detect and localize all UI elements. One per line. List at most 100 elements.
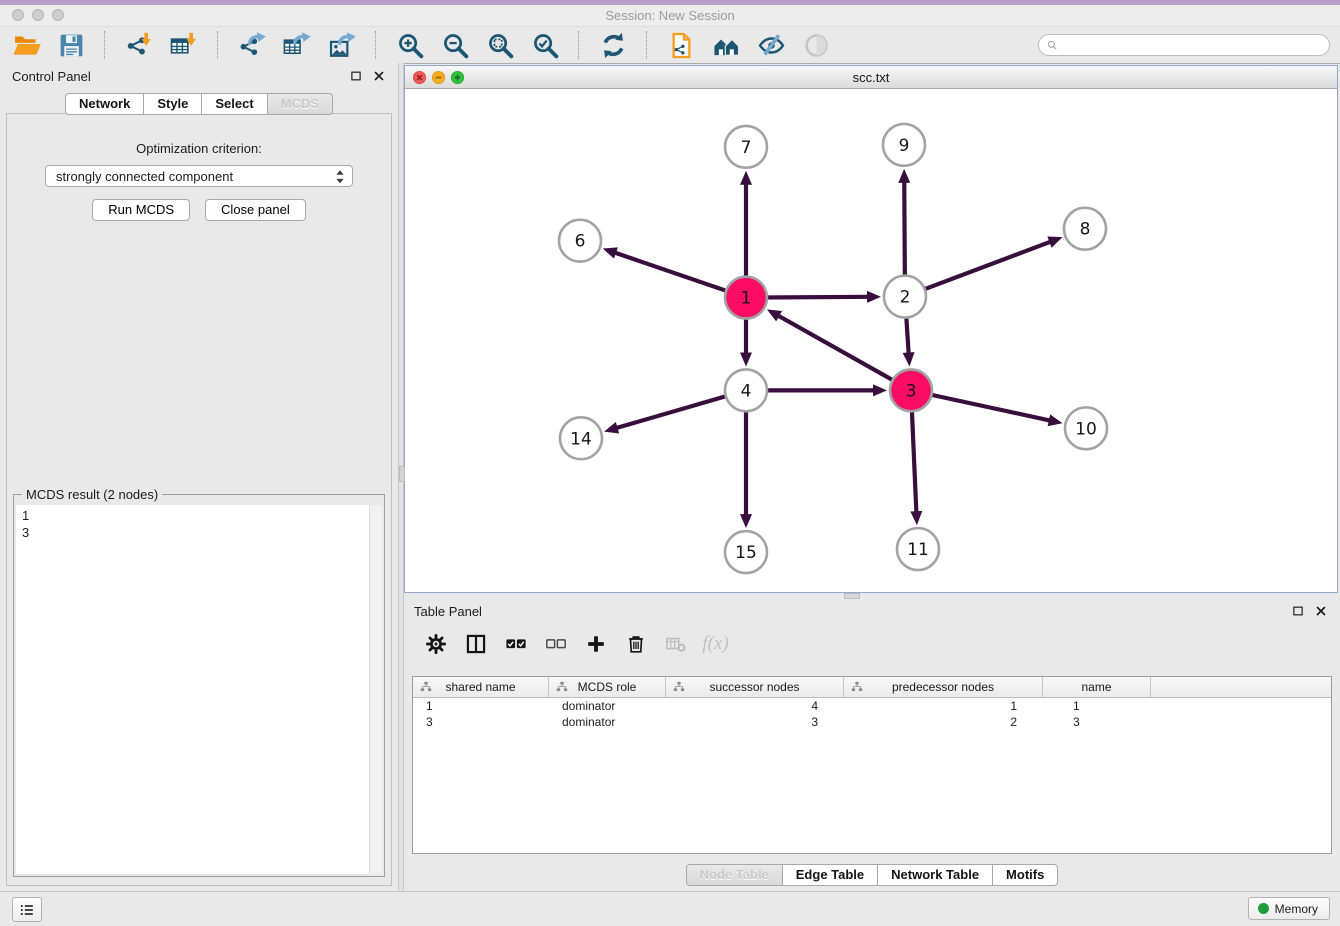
close-panel-icon[interactable] <box>1314 604 1328 618</box>
network-column-icon <box>420 681 432 693</box>
graph-edge-2-8[interactable] <box>921 237 1063 291</box>
cell-successor-nodes[interactable]: 4 <box>666 699 844 713</box>
table-row-2[interactable]: 3dominator323 <box>413 714 1331 730</box>
graph-node-7[interactable]: 7 <box>725 126 767 168</box>
close-panel-icon[interactable] <box>372 69 386 83</box>
split-panel-icon[interactable] <box>464 633 487 656</box>
graph-edge-4-15[interactable] <box>740 407 752 528</box>
save-session-icon[interactable] <box>55 30 87 60</box>
delete-column-icon[interactable] <box>624 633 647 656</box>
cell-successor-nodes[interactable]: 3 <box>666 715 844 729</box>
apply-layout-icon[interactable] <box>597 30 629 60</box>
frame-maximize-icon[interactable] <box>450 70 465 85</box>
zoom-in-icon[interactable] <box>394 30 426 60</box>
graph-edge-4-3[interactable] <box>763 384 887 396</box>
first-neighbors-icon[interactable] <box>710 30 742 60</box>
graph-edge-3-11[interactable] <box>910 407 922 525</box>
graph-edge-1-4[interactable] <box>740 315 752 367</box>
network-graph[interactable]: 7 9 6 8 1 2 4 3 14 10 15 11 <box>405 89 1337 592</box>
main-toolbar <box>0 27 1340 64</box>
mcds-result-text[interactable]: 1 3 <box>16 505 370 874</box>
optimization-criterion-value: strongly connected component <box>56 169 233 184</box>
optimization-criterion-select[interactable]: strongly connected component <box>45 165 353 187</box>
table-row-1[interactable]: 1dominator411 <box>413 698 1331 714</box>
graph-node-3[interactable]: 3 <box>890 369 932 411</box>
cell-shared-name[interactable]: 1 <box>413 699 549 713</box>
graph-node-2[interactable]: 2 <box>884 276 926 318</box>
graph-node-6[interactable]: 6 <box>559 220 601 262</box>
table-tab-network-table[interactable]: Network Table <box>878 864 993 886</box>
graph-edge-2-3[interactable] <box>903 314 915 367</box>
clone-network-icon[interactable] <box>665 30 697 60</box>
cell-predecessor-nodes[interactable]: 2 <box>844 715 1043 729</box>
cell-predecessor-nodes[interactable]: 1 <box>844 699 1043 713</box>
cell-MCDS-role[interactable]: dominator <box>549 715 666 729</box>
float-panel-icon[interactable] <box>1291 604 1305 618</box>
search-input[interactable] <box>1063 37 1322 53</box>
graph-edge-3-1[interactable] <box>767 309 896 382</box>
memory-button[interactable]: Memory <box>1248 897 1330 920</box>
export-network-icon[interactable] <box>236 30 268 60</box>
column-header-successor-nodes[interactable]: successor nodes <box>666 677 844 697</box>
tab-style[interactable]: Style <box>144 93 202 115</box>
open-file-icon[interactable] <box>10 30 42 60</box>
select-all-columns-icon[interactable] <box>504 633 527 656</box>
tab-network[interactable]: Network <box>65 93 144 115</box>
control-panel-header: Control Panel <box>0 63 398 89</box>
cell-MCDS-role[interactable]: dominator <box>549 699 666 713</box>
table-tab-edge-table[interactable]: Edge Table <box>783 864 878 886</box>
zoom-selected-icon[interactable] <box>529 30 561 60</box>
table-tab-motifs[interactable]: Motifs <box>993 864 1058 886</box>
window-minimize-button[interactable] <box>32 9 44 21</box>
cell-name[interactable]: 1 <box>1043 699 1151 713</box>
graph-edge-3-10[interactable] <box>928 394 1063 426</box>
graph-node-1[interactable]: 1 <box>725 277 767 319</box>
cell-shared-name[interactable]: 3 <box>413 715 549 729</box>
import-table-icon[interactable] <box>168 30 200 60</box>
graph-node-10[interactable]: 10 <box>1065 407 1107 449</box>
table-tab-node-table[interactable]: Node Table <box>686 864 783 886</box>
zoom-out-icon[interactable] <box>439 30 471 60</box>
graph-edge-1-2[interactable] <box>763 291 881 303</box>
graph-node-15[interactable]: 15 <box>725 531 767 573</box>
unselect-all-columns-icon[interactable] <box>544 633 567 656</box>
frame-minimize-icon[interactable] <box>431 70 446 85</box>
run-mcds-button[interactable]: Run MCDS <box>92 199 190 221</box>
column-header-name[interactable]: name <box>1043 677 1151 697</box>
main-area: Control Panel NetworkStyleSelectMCDS Opt… <box>0 63 1340 892</box>
graph-edge-1-7[interactable] <box>740 171 752 281</box>
result-scrollbar[interactable] <box>369 505 382 874</box>
column-header-MCDS-role[interactable]: MCDS role <box>549 677 666 697</box>
column-header-shared-name[interactable]: shared name <box>413 677 549 697</box>
column-header-predecessor-nodes[interactable]: predecessor nodes <box>844 677 1043 697</box>
zoom-fit-icon[interactable] <box>484 30 516 60</box>
task-history-button[interactable] <box>12 897 42 922</box>
graph-edge-2-9[interactable] <box>898 169 910 280</box>
float-panel-icon[interactable] <box>349 69 363 83</box>
import-network-icon[interactable] <box>123 30 155 60</box>
add-column-icon[interactable] <box>584 633 607 656</box>
svg-text:11: 11 <box>907 540 929 560</box>
export-image-icon[interactable] <box>326 30 358 60</box>
graph-node-8[interactable]: 8 <box>1064 208 1106 250</box>
graph-edge-1-6[interactable] <box>603 247 730 292</box>
frame-close-icon[interactable] <box>412 70 427 85</box>
graph-edge-4-14[interactable] <box>604 395 730 433</box>
window-zoom-button[interactable] <box>52 9 64 21</box>
tab-select[interactable]: Select <box>202 93 267 115</box>
network-canvas[interactable]: 7 9 6 8 1 2 4 3 14 10 15 11 <box>405 89 1337 592</box>
export-table-icon[interactable] <box>281 30 313 60</box>
graph-node-9[interactable]: 9 <box>883 124 925 166</box>
hide-selected-icon[interactable] <box>755 30 787 60</box>
graph-node-11[interactable]: 11 <box>897 528 939 570</box>
tab-mcds[interactable]: MCDS <box>268 93 333 115</box>
settings-gear-icon[interactable] <box>424 633 447 656</box>
graph-node-4[interactable]: 4 <box>725 369 767 411</box>
window-close-button[interactable] <box>12 9 24 21</box>
close-panel-button[interactable]: Close panel <box>205 199 306 221</box>
search-box[interactable] <box>1038 34 1330 56</box>
graph-node-14[interactable]: 14 <box>560 417 602 459</box>
cell-name[interactable]: 3 <box>1043 715 1151 729</box>
optimization-criterion-label: Optimization criterion: <box>7 141 391 156</box>
svg-text:14: 14 <box>570 429 592 449</box>
